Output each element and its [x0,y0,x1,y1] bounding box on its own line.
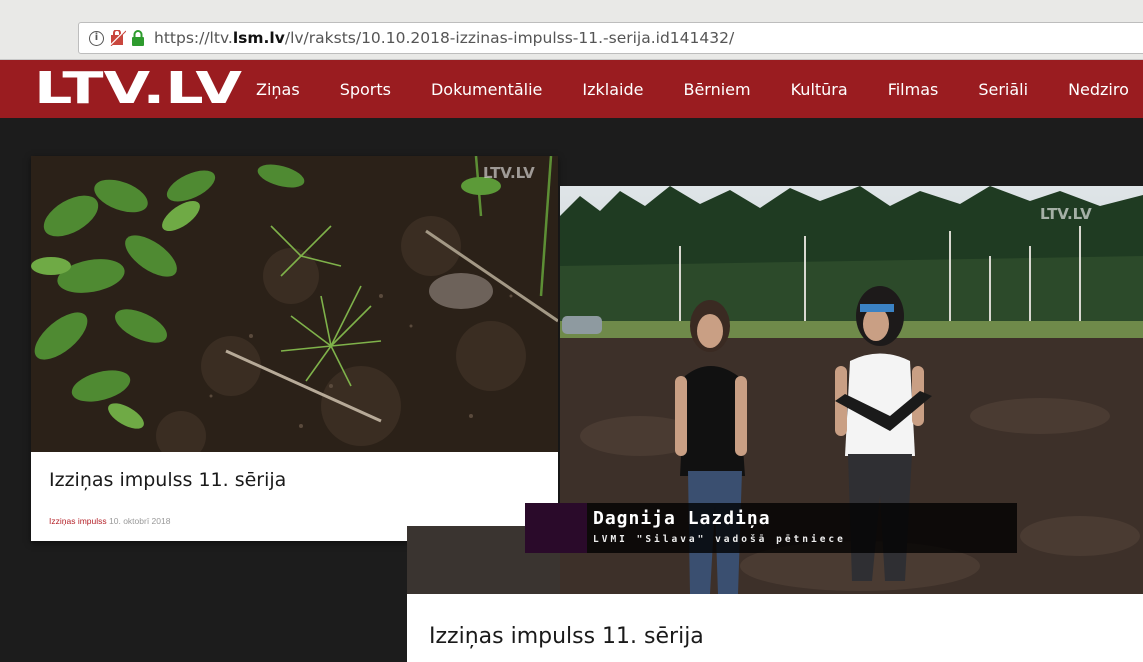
nav-item-seriali[interactable]: Seriāli [978,80,1028,99]
svg-text:LTV.LV: LTV.LV [34,68,242,108]
caption-name: Dagnija Lazdiņa [593,508,771,529]
nav-item-izklaide[interactable]: Izklaide [582,80,643,99]
url-path: /lv/raksts/10.10.2018-izzinas-impulss-11… [284,29,735,47]
article-card-2-body: Izziņas impulss 11. sērija [407,594,1143,662]
article-title[interactable]: Izziņas impulss 11. sērija [49,469,286,491]
url-prefix: https://ltv. [154,29,233,47]
nav-item-zinas[interactable]: Ziņas [256,80,300,99]
nav-item-dokumentalie[interactable]: Dokumentālie [431,80,542,99]
info-icon[interactable]: i [89,30,104,46]
address-bar[interactable]: i https://ltv. lsm.lv/lv/raksts/10.10.201… [78,22,1143,54]
mixed-content-icon[interactable] [110,30,126,46]
caption-role: LVMI "Silava" vadošā pētniece [593,534,846,545]
url-domain: lsm.lv [232,29,285,47]
article-category[interactable]: Izziņas impulss [49,516,107,526]
caption-accent [525,503,587,553]
article-meta: Izziņas impulss 10. oktobrī 2018 [49,516,170,526]
browser-toolbar: i https://ltv. lsm.lv/lv/raksts/10.10.201… [0,0,1143,60]
ltv-logo[interactable]: LTV.LV [34,68,244,108]
name-caption: Dagnija Lazdiņa LVMI "Silava" vadošā pēt… [587,503,1017,553]
nav-item-filmas[interactable]: Filmas [888,80,939,99]
site-header: LTV.LV Ziņas Sports Dokumentālie Izklaid… [0,60,1143,118]
nav-item-berniem[interactable]: Bērniem [683,80,750,99]
card1-watermark: LTV.LV [483,164,535,182]
article-date: 10. oktobrī 2018 [109,516,171,526]
lock-icon[interactable] [131,30,145,46]
nav-item-sports[interactable]: Sports [340,80,391,99]
nav-item-nedzirdigajiem[interactable]: Nedziro [1068,80,1129,99]
main-nav: Ziņas Sports Dokumentālie Izklaide Bērni… [256,60,1143,118]
article-title[interactable]: Izziņas impulss 11. sērija [429,624,704,649]
article-card-2[interactable]: LTV.LV Dagnija Lazdiņa LVMI "Silava" vad… [407,186,1143,662]
nav-item-kultura[interactable]: Kultūra [791,80,848,99]
card2-watermark: LTV.LV [1040,205,1092,223]
